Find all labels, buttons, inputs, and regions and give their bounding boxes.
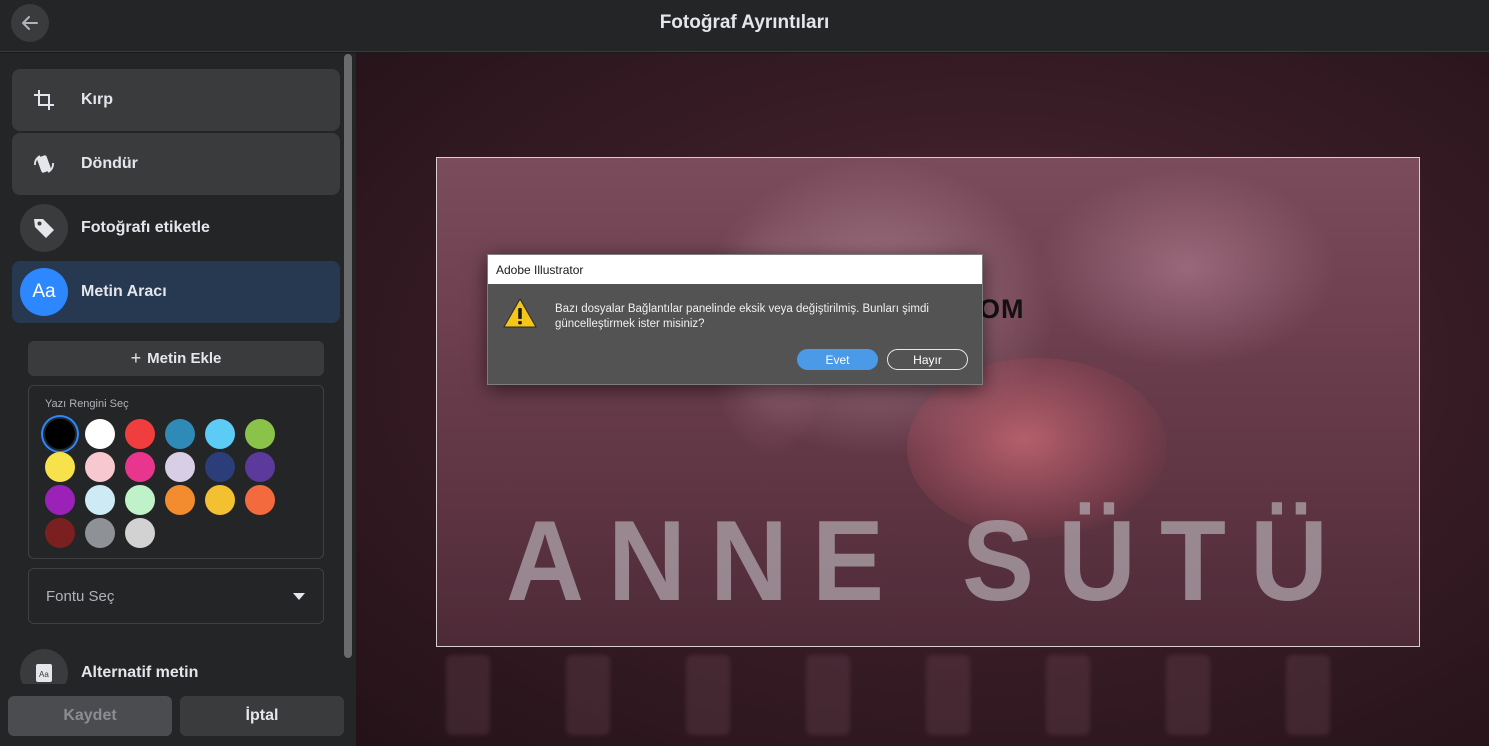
page-title: Fotoğraf Ayrıntıları — [659, 12, 830, 33]
color-swatch[interactable] — [45, 419, 75, 449]
color-swatch[interactable] — [85, 452, 115, 482]
cancel-button[interactable]: İptal — [180, 696, 344, 736]
warning-icon — [503, 297, 537, 328]
color-swatch[interactable] — [205, 419, 235, 449]
thumbnail — [1046, 655, 1090, 735]
color-swatch[interactable] — [45, 518, 75, 548]
photo-overlay-text: OM — [979, 294, 1025, 324]
color-swatch[interactable] — [85, 518, 115, 548]
save-button[interactable]: Kaydet — [8, 696, 172, 736]
top-bar: Fotoğraf Ayrıntıları — [0, 0, 1489, 52]
alt-text-icon-glyph: Aa — [39, 670, 49, 679]
dialog-titlebar[interactable]: Adobe Illustrator — [488, 255, 982, 284]
thumbnail — [446, 655, 490, 735]
dialog-message: Bazı dosyalar Bağlantılar panelinde eksi… — [555, 303, 929, 330]
text-color-panel: Yazı Rengini Seç — [28, 385, 324, 559]
tool-crop-label: Kırp — [81, 91, 113, 108]
sidebar-footer: Kaydet İptal — [0, 684, 356, 746]
color-swatch[interactable] — [205, 452, 235, 482]
tag-icon — [20, 204, 68, 252]
tool-tag[interactable]: Fotoğrafı etiketle — [12, 197, 340, 259]
font-select-label: Fontu Seç — [46, 587, 115, 605]
color-swatch[interactable] — [245, 419, 275, 449]
add-text-label: Metin Ekle — [147, 350, 222, 367]
add-text-button[interactable]: + Metin Ekle — [28, 341, 324, 376]
color-swatch[interactable] — [165, 485, 195, 515]
tool-text-label: Metin Aracı — [81, 283, 167, 300]
color-swatch[interactable] — [125, 452, 155, 482]
tool-tag-label: Fotoğrafı etiketle — [81, 219, 210, 236]
color-swatch[interactable] — [165, 452, 195, 482]
photo-preview[interactable]: OM ANNE SÜTÜ — [436, 157, 1420, 647]
rotate-icon — [20, 140, 68, 188]
thumbnail — [566, 655, 610, 735]
color-swatch[interactable] — [125, 485, 155, 515]
color-swatch[interactable] — [125, 419, 155, 449]
color-swatch[interactable] — [245, 452, 275, 482]
tool-crop[interactable]: Kırp — [12, 69, 340, 131]
thumbnail-strip — [436, 651, 1420, 741]
plus-icon: + — [130, 348, 142, 368]
no-button[interactable]: Hayır — [887, 349, 968, 370]
color-swatch[interactable] — [165, 419, 195, 449]
color-swatch[interactable] — [245, 485, 275, 515]
font-select[interactable]: Fontu Seç — [28, 568, 324, 624]
color-panel-title: Yazı Rengini Seç — [45, 398, 129, 410]
photo-background-light — [1037, 168, 1337, 368]
text-tool-icon-glyph: Aa — [32, 281, 56, 302]
photo-canvas-area: OM ANNE SÜTÜ — [356, 53, 1489, 746]
color-swatch[interactable] — [45, 485, 75, 515]
sidebar-scrollbar[interactable] — [344, 54, 352, 658]
color-swatch[interactable] — [45, 452, 75, 482]
tool-rotate[interactable]: Döndür — [12, 133, 340, 195]
photo-title-text: ANNE SÜTÜ — [505, 496, 1353, 625]
tool-rotate-label: Döndür — [81, 155, 138, 172]
tool-alt-text-label: Alternatif metin — [81, 664, 199, 681]
crop-icon — [20, 76, 68, 124]
thumbnail — [1286, 655, 1330, 735]
dialog-title: Adobe Illustrator — [496, 262, 584, 277]
thumbnail — [926, 655, 970, 735]
text-tool-icon: Aa — [20, 268, 68, 316]
color-swatch[interactable] — [85, 485, 115, 515]
caret-down-icon — [293, 593, 305, 600]
thumbnail — [686, 655, 730, 735]
thumbnail — [1166, 655, 1210, 735]
thumbnail — [806, 655, 850, 735]
alert-dialog: Adobe Illustrator Bazı dosyalar Bağlantı… — [487, 254, 983, 385]
tool-text[interactable]: Aa Metin Aracı — [12, 261, 340, 323]
color-swatch[interactable] — [205, 485, 235, 515]
color-swatch[interactable] — [85, 419, 115, 449]
color-swatch[interactable] — [125, 518, 155, 548]
yes-button[interactable]: Evet — [797, 349, 878, 370]
